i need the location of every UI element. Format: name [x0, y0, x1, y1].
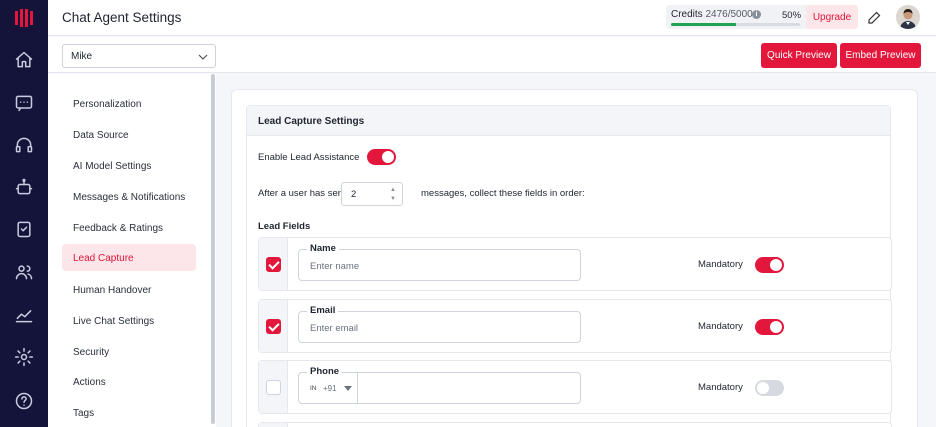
agent-select[interactable]: Mike: [62, 44, 216, 68]
sub-toolbar: Mike Quick Preview Embed Preview: [48, 37, 936, 73]
country-code-select[interactable]: IN +91: [299, 373, 358, 403]
nav-item-personalization[interactable]: Personalization: [62, 90, 196, 117]
country-dial-code: +91: [323, 384, 337, 393]
nav-item-data-source[interactable]: Data Source: [62, 121, 196, 148]
chat-icon[interactable]: [13, 92, 35, 114]
top-header: Chat Agent Settings Credits 2476/5000 i …: [48, 0, 936, 36]
quick-preview-button[interactable]: Quick Preview: [761, 43, 837, 68]
info-icon[interactable]: i: [752, 10, 761, 19]
help-icon[interactable]: [13, 390, 35, 412]
edit-icon[interactable]: [866, 8, 884, 26]
users-icon[interactable]: [13, 261, 35, 283]
content-card: Lead Capture Settings Enable Lead Assist…: [231, 89, 918, 427]
email-checkbox[interactable]: [266, 319, 281, 334]
lead-field-row-email: Email Enter email Mandatory: [258, 299, 892, 353]
credits-label: Credits: [671, 9, 703, 20]
stepper-arrows-icon[interactable]: ▲ ▼: [390, 186, 396, 204]
clipboard-icon[interactable]: [13, 218, 35, 240]
lead-field-row-phone: Phone IN +91 Mandatory: [258, 360, 892, 414]
email-field-placeholder: Enter email: [310, 323, 359, 334]
section-title: Lead Capture Settings: [247, 106, 890, 136]
phone-mandatory-toggle[interactable]: [755, 380, 784, 396]
settings-nav: Personalization Data Source AI Model Set…: [48, 74, 216, 427]
nav-item-lead-capture[interactable]: Lead Capture: [62, 244, 196, 271]
credits-progress-bar: [671, 23, 800, 26]
nav-item-security[interactable]: Security: [62, 338, 196, 365]
nav-item-live-chat-settings[interactable]: Live Chat Settings: [62, 307, 196, 334]
page-title: Chat Agent Settings: [62, 10, 182, 25]
enable-lead-toggle[interactable]: [367, 149, 396, 165]
name-mandatory-toggle[interactable]: [755, 257, 784, 273]
phone-checkbox[interactable]: [266, 380, 281, 395]
lead-field-row-name: Name Enter name Mandatory: [258, 237, 892, 291]
avatar[interactable]: [896, 5, 920, 29]
caret-down-icon: [344, 386, 352, 391]
headset-icon[interactable]: [13, 134, 35, 156]
enable-lead-label: Enable Lead Assistance: [258, 152, 360, 163]
name-mandatory-label: Mandatory: [698, 259, 743, 270]
lead-capture-panel: Lead Capture Settings Enable Lead Assist…: [246, 105, 892, 427]
after-messages-label: After a user has sent: [258, 188, 346, 199]
agent-select-value: Mike: [71, 51, 93, 62]
email-mandatory-toggle[interactable]: [755, 319, 784, 335]
credits-progress-fill: [671, 23, 736, 26]
message-count-input[interactable]: 2 ▲ ▼: [341, 182, 403, 206]
analytics-icon[interactable]: [13, 304, 35, 326]
after-messages-suffix: messages, collect these fields in order:: [421, 188, 585, 199]
nav-item-ai-model-settings[interactable]: AI Model Settings: [62, 152, 196, 179]
chevron-down-icon: [198, 54, 208, 60]
credits-value: 2476/5000: [705, 9, 753, 20]
lead-fields-label: Lead Fields: [258, 221, 311, 232]
lead-field-row-next: [258, 422, 892, 427]
app-logo-icon: [13, 7, 35, 29]
embed-preview-button[interactable]: Embed Preview: [840, 43, 921, 68]
nav-item-actions[interactable]: Actions: [62, 368, 196, 395]
email-mandatory-label: Mandatory: [698, 321, 743, 332]
name-checkbox[interactable]: [266, 257, 281, 272]
email-field[interactable]: Email Enter email: [298, 305, 581, 343]
name-field[interactable]: Name Enter name: [298, 243, 581, 281]
home-icon[interactable]: [13, 49, 35, 71]
nav-item-messages-notifications[interactable]: Messages & Notifications: [62, 183, 196, 210]
nav-scrollbar[interactable]: [211, 74, 215, 424]
robot-icon[interactable]: [13, 176, 35, 198]
gear-icon[interactable]: [13, 346, 35, 368]
left-rail: [0, 0, 48, 427]
name-field-label: Name: [307, 243, 339, 254]
nav-item-tags[interactable]: Tags: [62, 399, 196, 426]
nav-item-human-handover[interactable]: Human Handover: [62, 276, 196, 303]
country-flag-label: IN: [310, 385, 317, 392]
nav-item-feedback-ratings[interactable]: Feedback & Ratings: [62, 214, 196, 241]
credits-percent: 50%: [782, 10, 802, 21]
message-count-value: 2: [351, 189, 357, 200]
name-field-placeholder: Enter name: [310, 261, 360, 272]
phone-mandatory-label: Mandatory: [698, 382, 743, 393]
email-field-label: Email: [307, 305, 339, 316]
phone-field[interactable]: Phone IN +91: [298, 366, 581, 404]
upgrade-button[interactable]: Upgrade: [806, 5, 858, 29]
